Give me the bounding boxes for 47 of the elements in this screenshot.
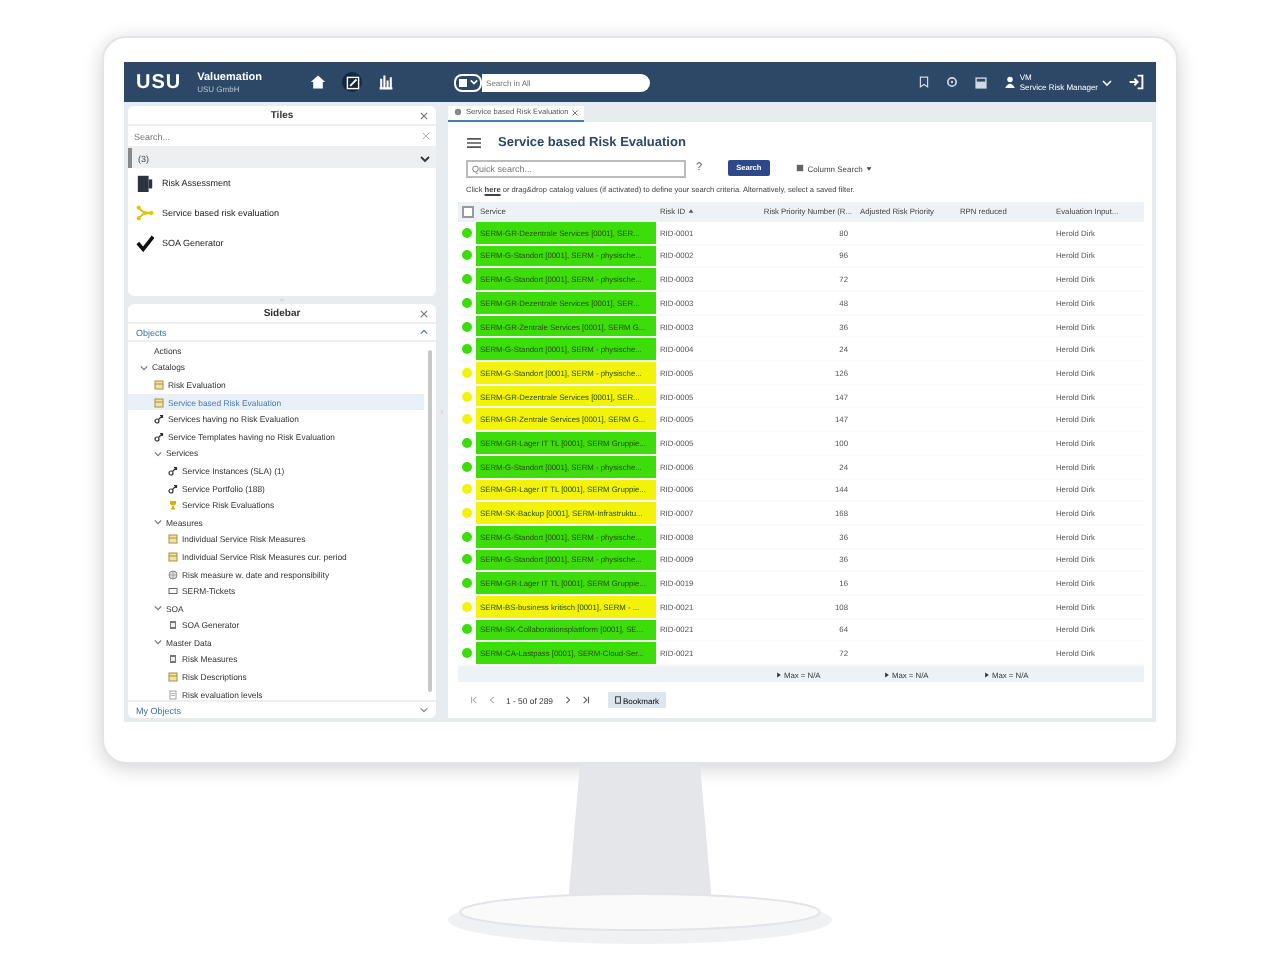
home-icon[interactable] — [310, 74, 327, 90]
table-icon — [168, 551, 178, 562]
calculator-icon[interactable] — [973, 75, 988, 89]
close-icon[interactable] — [420, 310, 428, 318]
trophy-icon — [168, 500, 178, 511]
table-icon — [154, 397, 164, 408]
document-icon — [613, 696, 622, 704]
menu-icon[interactable] — [466, 135, 482, 150]
last-page-icon[interactable] — [581, 696, 590, 704]
gear-icon — [454, 108, 462, 117]
triangle-icon — [884, 671, 890, 677]
pencil-icon — [345, 75, 360, 89]
link-icon — [168, 483, 178, 494]
logout-icon[interactable] — [1128, 74, 1144, 90]
gear-icon[interactable] — [945, 76, 958, 88]
triangle-icon — [984, 671, 990, 677]
checkmark-icon — [136, 234, 154, 252]
table-icon — [168, 534, 178, 545]
bookmark-icon[interactable] — [917, 76, 930, 88]
table-icon — [168, 672, 178, 683]
clear-icon — [422, 132, 430, 140]
globe-icon — [168, 569, 178, 580]
link-icon — [168, 465, 178, 476]
logo: USU — [136, 71, 182, 93]
jug-icon — [136, 174, 154, 192]
user-icon — [1003, 76, 1016, 88]
triangle-icon — [776, 671, 782, 677]
close-icon[interactable] — [420, 112, 428, 120]
select-all-checkbox[interactable] — [462, 205, 474, 218]
chevron-icon — [1102, 77, 1112, 87]
caret-icon — [470, 78, 479, 86]
scope-dropdown[interactable] — [454, 73, 483, 91]
close-icon[interactable] — [572, 109, 579, 116]
document-icon — [168, 620, 178, 631]
scrollbar[interactable] — [428, 350, 432, 692]
network-icon — [136, 204, 154, 222]
ticket-icon — [168, 586, 178, 597]
link-icon — [154, 431, 164, 442]
edit-button[interactable] — [342, 72, 363, 92]
chevron-down-icon[interactable] — [420, 153, 430, 163]
document-icon — [168, 654, 178, 665]
grid-icon — [795, 164, 804, 173]
chart-icon[interactable] — [378, 74, 395, 90]
link-icon — [154, 414, 164, 425]
table-icon — [154, 379, 164, 390]
chevron-down-icon — [420, 706, 428, 714]
caret-icon — [866, 165, 873, 172]
